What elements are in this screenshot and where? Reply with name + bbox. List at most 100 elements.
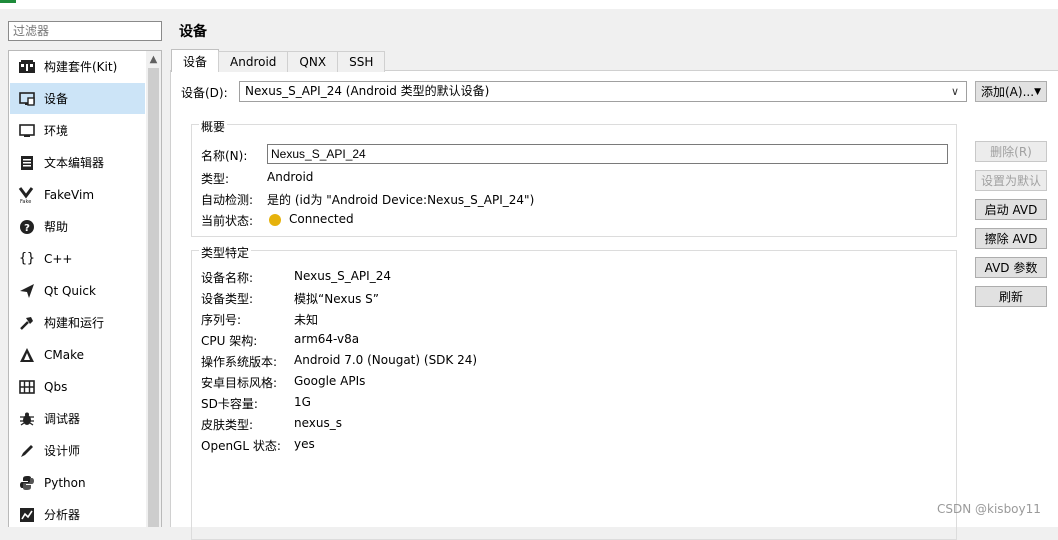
sidebar-item-debugger[interactable]: 调试器	[10, 403, 145, 434]
spec-label: 皮肤类型:	[201, 418, 254, 432]
set-default-button[interactable]: 设置为默认	[975, 170, 1047, 191]
state-value: Connected	[289, 212, 354, 226]
avd-arguments-button[interactable]: AVD 参数	[975, 257, 1047, 278]
options-sidebar: 构建套件(Kit) 设备 环境 文本编辑器 Fake FakeVim ? 帮助 …	[8, 50, 162, 527]
spec-value: 1G	[294, 395, 311, 409]
name-input[interactable]	[267, 144, 948, 164]
sidebar-item-label: 构建套件(Kit)	[44, 60, 118, 74]
sidebar-item-label: FakeVim	[44, 187, 95, 202]
filter-input[interactable]	[8, 21, 162, 41]
scrollbar-thumb[interactable]	[148, 68, 159, 527]
window-top-strip	[0, 0, 1058, 9]
svg-text:Fake: Fake	[20, 199, 31, 204]
device-select[interactable]: Nexus_S_API_24 (Android 类型的默认设备) ∨	[239, 81, 967, 102]
sidebar-item-label: 帮助	[44, 220, 69, 234]
spec-value: Google APIs	[294, 374, 366, 388]
scroll-up-arrow-icon[interactable]: ▲	[146, 51, 161, 68]
spec-label: 安卓目标风格:	[201, 376, 278, 390]
spec-value: Nexus_S_API_24	[294, 269, 391, 283]
erase-avd-button[interactable]: 擦除 AVD	[975, 228, 1047, 249]
pencil-icon	[10, 443, 44, 459]
sidebar-item-label: Python	[44, 475, 86, 490]
bug-icon	[10, 411, 44, 427]
sidebar-item-label: CMake	[44, 347, 84, 362]
sidebar-item-label: C++	[44, 251, 73, 266]
tab-bar: 设备 Android QNX SSH	[171, 49, 386, 72]
sidebar-item-label: 分析器	[44, 508, 81, 522]
type-label: 类型:	[201, 172, 230, 186]
text-editor-icon	[10, 155, 44, 171]
device-label: 设备(D):	[181, 86, 228, 100]
start-avd-button[interactable]: 启动 AVD	[975, 199, 1047, 220]
sidebar-item-help[interactable]: ? 帮助	[10, 211, 145, 242]
sidebar-item-cpp[interactable]: {} C++	[10, 243, 145, 274]
tab-ssh[interactable]: SSH	[337, 51, 386, 72]
sidebar-item-label: 设备	[44, 92, 69, 106]
tab-android[interactable]: Android	[218, 51, 289, 72]
sidebar-item-designer[interactable]: 设计师	[10, 435, 145, 466]
braces-icon: {}	[19, 251, 35, 266]
tab-qnx[interactable]: QNX	[287, 51, 339, 72]
python-icon	[10, 475, 44, 491]
remove-button[interactable]: 删除(R)	[975, 141, 1047, 162]
hammer-icon	[10, 315, 44, 331]
sidebar-item-qt-quick[interactable]: Qt Quick	[10, 275, 145, 306]
spec-label: 设备类型:	[201, 292, 254, 306]
spec-value: Android 7.0 (Nougat) (SDK 24)	[294, 353, 478, 367]
add-device-button[interactable]: 添加(A)... ▼	[975, 81, 1047, 102]
sidebar-item-label: Qbs	[44, 379, 68, 394]
qbs-icon	[10, 379, 44, 394]
autodetect-value: 是的 (id为 "Android Device:Nexus_S_API_24")	[267, 193, 535, 207]
type-specific-title: 类型特定	[199, 244, 252, 261]
paper-plane-icon	[10, 283, 44, 299]
device-select-value: Nexus_S_API_24 (Android 类型的默认设备)	[245, 84, 490, 98]
dropdown-arrow-icon: ▼	[1034, 86, 1041, 97]
sidebar-item-label: 设计师	[44, 444, 81, 458]
type-value: Android	[267, 170, 314, 184]
summary-title: 概要	[199, 118, 228, 135]
sidebar-item-label: 调试器	[44, 412, 81, 426]
spec-label: 设备名称:	[201, 271, 254, 285]
spec-value: 未知	[294, 313, 319, 327]
fakevim-icon: Fake	[10, 186, 44, 204]
refresh-button[interactable]: 刷新	[975, 286, 1047, 307]
spec-value: yes	[294, 437, 315, 451]
status-dot-icon	[269, 214, 281, 226]
sidebar-item-label: 文本编辑器	[44, 156, 105, 170]
kit-icon	[10, 59, 44, 75]
state-label: 当前状态:	[201, 214, 254, 228]
spec-label: OpenGL 状态:	[201, 439, 281, 453]
name-label: 名称(N):	[201, 149, 248, 163]
sidebar-item-fakevim[interactable]: Fake FakeVim	[10, 179, 145, 210]
spec-label: 操作系统版本:	[201, 355, 278, 369]
sidebar-item-kit[interactable]: 构建套件(Kit)	[10, 51, 145, 82]
chevron-down-icon: ∨	[950, 85, 959, 98]
autodetect-label: 自动检测:	[201, 193, 254, 207]
tab-devices[interactable]: 设备	[171, 49, 220, 72]
spec-value: nexus_s	[294, 416, 342, 430]
sidebar-item-cmake[interactable]: CMake	[10, 339, 145, 370]
svg-text:?: ?	[24, 223, 30, 234]
sidebar-item-environment[interactable]: 环境	[10, 115, 145, 146]
add-button-label: 添加(A)...	[981, 85, 1035, 99]
monitor-icon	[10, 123, 44, 139]
sidebar-item-devices[interactable]: 设备	[10, 83, 145, 114]
sidebar-item-analyzer[interactable]: 分析器	[10, 499, 145, 527]
app-mark	[0, 0, 16, 3]
cmake-icon	[10, 347, 44, 363]
page-title: 设备	[179, 24, 207, 40]
watermark: CSDN @kisboy11	[937, 502, 1041, 516]
help-icon: ?	[10, 219, 44, 235]
monitor-icon	[10, 91, 44, 107]
sidebar-item-python[interactable]: Python	[10, 467, 145, 498]
sidebar-item-text-editor[interactable]: 文本编辑器	[10, 147, 145, 178]
spec-value: arm64-v8a	[294, 332, 360, 346]
sidebar-item-label: 环境	[44, 124, 69, 138]
sidebar-item-qbs[interactable]: Qbs	[10, 371, 145, 402]
spec-value: 模拟“Nexus S”	[294, 292, 379, 306]
spec-label: SD卡容量:	[201, 397, 258, 411]
sidebar-item-label: 构建和运行	[44, 316, 105, 330]
analyzer-icon	[10, 507, 44, 523]
spec-label: CPU 架构:	[201, 334, 258, 348]
sidebar-item-build-run[interactable]: 构建和运行	[10, 307, 145, 338]
